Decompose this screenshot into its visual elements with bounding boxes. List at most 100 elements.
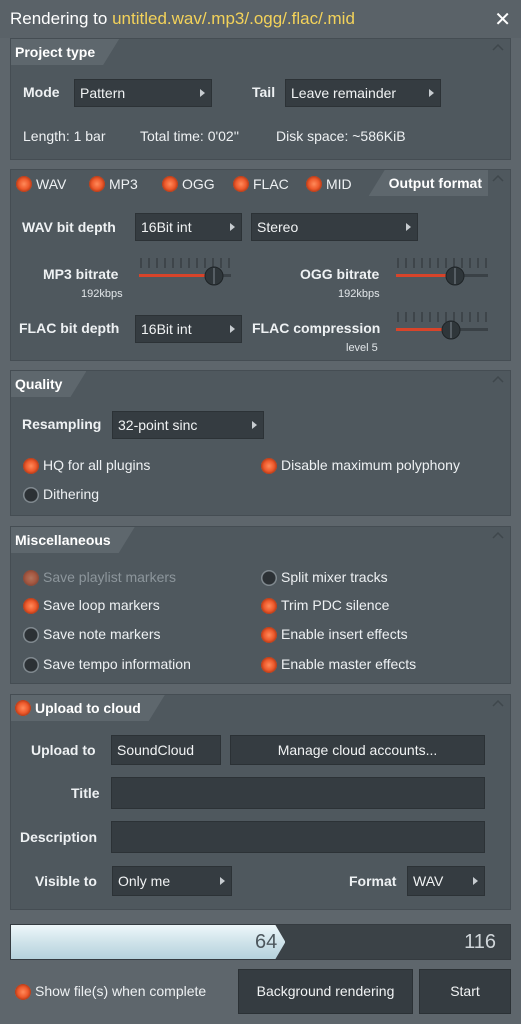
save-tempo-information-radio[interactable]: [23, 657, 39, 673]
slider-graphic: [396, 312, 488, 340]
flac-compression-slider[interactable]: [396, 306, 488, 346]
total-time-text: Total time: 0'02'': [140, 128, 240, 144]
channels-dropdown[interactable]: Stereo: [251, 213, 418, 241]
show-files-radio[interactable]: [15, 984, 31, 1000]
tail-label: Tail: [252, 84, 276, 100]
enable-master-effects-label[interactable]: Enable master effects: [281, 656, 416, 672]
background-rendering-button[interactable]: Background rendering: [238, 969, 413, 1014]
dithering-label[interactable]: Dithering: [43, 486, 99, 502]
render-dialog: Rendering to untitled.wav/.mp3/.ogg/.fla…: [0, 0, 521, 1024]
wav-label[interactable]: WAV: [36, 176, 66, 192]
dropdown-arrow-icon: [230, 325, 235, 333]
flac-label[interactable]: FLAC: [253, 176, 289, 192]
mp3-radio[interactable]: [89, 176, 105, 192]
close-icon[interactable]: ✕: [494, 7, 511, 32]
ogg-bitrate-value: 192kbps: [338, 288, 380, 300]
wav-bit-depth-label: WAV bit depth: [22, 219, 116, 235]
mp3-bitrate-label: MP3 bitrate: [43, 266, 119, 282]
resampling-dropdown[interactable]: 32-point sinc: [112, 411, 264, 439]
progress-fill: [11, 925, 285, 959]
upload-to-field[interactable]: SoundCloud: [111, 735, 221, 765]
disable-polyphony-radio[interactable]: [261, 458, 277, 474]
dropdown-arrow-icon: [252, 421, 257, 429]
enable-insert-effects-radio[interactable]: [261, 627, 277, 643]
collapse-chevron-icon[interactable]: [492, 699, 504, 709]
trim-pdc-silence-label[interactable]: Trim PDC silence: [281, 597, 389, 613]
tail-value: Leave remainder: [291, 85, 397, 101]
dithering-radio[interactable]: [23, 487, 39, 503]
mode-dropdown[interactable]: Pattern: [74, 79, 212, 107]
upload-to-value: SoundCloud: [117, 742, 195, 758]
wav-radio[interactable]: [16, 176, 32, 192]
tail-dropdown[interactable]: Leave remainder: [285, 79, 441, 107]
upload-cloud-radio[interactable]: [15, 700, 31, 716]
collapse-chevron-icon[interactable]: [492, 43, 504, 53]
manage-cloud-accounts-button[interactable]: Manage cloud accounts...: [230, 735, 485, 765]
format-dropdown[interactable]: WAV: [407, 866, 485, 896]
output-format-header: Output format: [368, 170, 488, 196]
collapse-chevron-icon[interactable]: [492, 174, 504, 184]
title-bar: Rendering to untitled.wav/.mp3/.ogg/.fla…: [0, 0, 521, 38]
split-mixer-tracks-label[interactable]: Split mixer tracks: [281, 569, 388, 585]
mode-value: Pattern: [80, 85, 126, 101]
mp3-label[interactable]: MP3: [109, 176, 138, 192]
format-label: Format: [349, 873, 397, 889]
resampling-label: Resampling: [22, 416, 102, 432]
miscellaneous-panel: Miscellaneous Save playlist markers Save…: [10, 526, 511, 684]
upload-cloud-panel: Upload to cloud Upload to SoundCloud Man…: [10, 694, 511, 910]
flac-bit-depth-value: 16Bit int: [141, 321, 192, 337]
start-button[interactable]: Start: [419, 969, 511, 1014]
dropdown-arrow-icon: [220, 877, 225, 885]
ogg-bitrate-label: OGG bitrate: [300, 266, 380, 282]
description-input[interactable]: [111, 821, 485, 853]
split-mixer-tracks-radio[interactable]: [261, 570, 277, 586]
mid-radio[interactable]: [306, 176, 322, 192]
channels-value: Stereo: [257, 219, 299, 235]
dropdown-arrow-icon: [406, 223, 411, 231]
hq-plugins-label[interactable]: HQ for all plugins: [43, 457, 150, 473]
flac-bit-depth-dropdown[interactable]: 16Bit int: [135, 315, 242, 343]
save-note-markers-label[interactable]: Save note markers: [43, 626, 161, 642]
enable-insert-effects-label[interactable]: Enable insert effects: [281, 626, 408, 642]
trim-pdc-silence-radio[interactable]: [261, 598, 277, 614]
visible-to-value: Only me: [118, 873, 171, 889]
flac-compression-value: level 5: [346, 342, 378, 354]
show-files-label[interactable]: Show file(s) when complete: [35, 983, 206, 999]
ogg-label[interactable]: OGG: [182, 176, 215, 192]
wav-bit-depth-value: 16Bit int: [141, 219, 192, 235]
enable-master-effects-radio[interactable]: [261, 657, 277, 673]
save-tempo-information-label[interactable]: Save tempo information: [43, 656, 191, 672]
mp3-bitrate-slider[interactable]: [139, 252, 231, 292]
save-playlist-markers-radio[interactable]: [23, 570, 39, 586]
save-playlist-markers-label[interactable]: Save playlist markers: [43, 569, 176, 585]
mode-label: Mode: [23, 84, 60, 100]
disk-space-text: Disk space: ~586KiB: [276, 128, 406, 144]
save-loop-markers-label[interactable]: Save loop markers: [43, 597, 160, 613]
upload-to-label: Upload to: [31, 742, 96, 758]
upload-cloud-header: Upload to cloud: [11, 695, 165, 721]
save-loop-markers-radio[interactable]: [23, 598, 39, 614]
slider-graphic: [396, 258, 488, 286]
disable-polyphony-label[interactable]: Disable maximum polyphony: [281, 457, 460, 473]
mid-label[interactable]: MID: [326, 176, 352, 192]
visible-to-dropdown[interactable]: Only me: [112, 866, 232, 896]
quality-panel: Quality Resampling 32-point sinc HQ for …: [10, 370, 511, 516]
collapse-chevron-icon[interactable]: [492, 375, 504, 385]
title-input[interactable]: [111, 777, 485, 809]
project-type-header: Project type: [11, 39, 119, 65]
progress-current: 64: [255, 931, 278, 953]
wav-bit-depth-dropdown[interactable]: 16Bit int: [135, 213, 242, 241]
flac-radio[interactable]: [233, 176, 249, 192]
dropdown-arrow-icon: [429, 89, 434, 97]
collapse-chevron-icon[interactable]: [492, 531, 504, 541]
ogg-bitrate-slider[interactable]: [396, 252, 488, 292]
progress-total: 116: [464, 931, 496, 953]
quality-header: Quality: [11, 371, 86, 397]
resampling-value: 32-point sinc: [118, 417, 198, 433]
save-note-markers-radio[interactable]: [23, 627, 39, 643]
ogg-radio[interactable]: [162, 176, 178, 192]
slider-graphic: [139, 258, 231, 286]
hq-plugins-radio[interactable]: [23, 458, 39, 474]
dropdown-arrow-icon: [200, 89, 205, 97]
dropdown-arrow-icon: [230, 223, 235, 231]
